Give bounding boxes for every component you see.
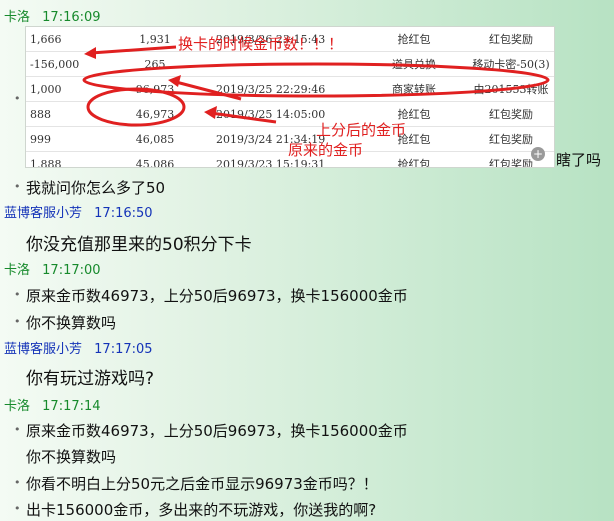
bullet-icon: • [14,288,21,301]
bullet-icon: • [14,476,21,489]
arrow-head [84,47,96,59]
annotation-text: 换卡的时候金币数！！！ [178,36,343,53]
sender-name: 卡洛 [4,10,31,25]
bullet-icon: • [14,315,21,328]
message-text: 你有玩过游戏吗? [26,369,155,389]
annotation-text: 上分后的金币 [316,122,406,139]
message-header: 卡洛 17:17:14 [4,395,101,414]
message-text: 出卡156000金币，多出来的不玩游戏，你送我的啊? [26,501,377,519]
message-text: 我就问你怎么多了50 [26,179,166,197]
message-text: 你没充值那里来的50积分下卡 [26,235,252,255]
message-time: 17:16:50 [94,206,153,221]
arrow-line [175,80,242,101]
sender-name: 蓝博客服小芳 [4,206,83,221]
bullet-icon: • [14,423,21,436]
message-text: 原来金币数46973，上分50后96973，换卡156000金币 [26,422,408,440]
chat-image-screenshot[interactable]: 1,666 1,931 2019/3/26 23:15:43 抢红包 红包奖励 … [25,26,555,168]
message-time: 17:17:05 [94,342,153,357]
message-time: 17:16:09 [42,10,101,25]
message-header: 卡洛 17:17:00 [4,259,101,278]
message-text: 你不换算数吗 [26,448,117,466]
arrow-head [204,106,217,119]
bullet-icon: • [14,180,21,193]
sender-name: 卡洛 [4,399,31,414]
message-text: 你不换算数吗 [26,314,117,332]
arrow-head [168,75,181,87]
highlight-ellipse [86,87,186,127]
bullet-icon: • [14,502,21,515]
annotation-text: 原来的金币 [288,142,363,159]
arrow-line [210,111,277,124]
annotation-overlay: 换卡的时候金币数！！！ 上分后的金币 原来的金币 [82,36,550,159]
message-text: 瞎了吗 [556,151,602,169]
sender-name: 蓝博客服小芳 [4,342,83,357]
message-header: 蓝博客服小芳 17:17:05 [4,338,153,357]
message-header: 卡洛 17:16:09 [4,6,101,25]
message-header: 蓝博客服小芳 17:16:50 [4,202,153,221]
message-text: 你看不明白上分50元之后金币显示96973金币吗？！ [26,475,378,493]
message-time: 17:17:14 [42,399,101,414]
bullet-icon: • [14,92,21,105]
arrow-line [90,45,177,55]
message-text: 原来金币数46973，上分50后96973，换卡156000金币 [26,287,408,305]
message-time: 17:17:00 [42,263,101,278]
sender-name: 卡洛 [4,263,31,278]
zoom-in-icon[interactable]: + [531,147,545,161]
